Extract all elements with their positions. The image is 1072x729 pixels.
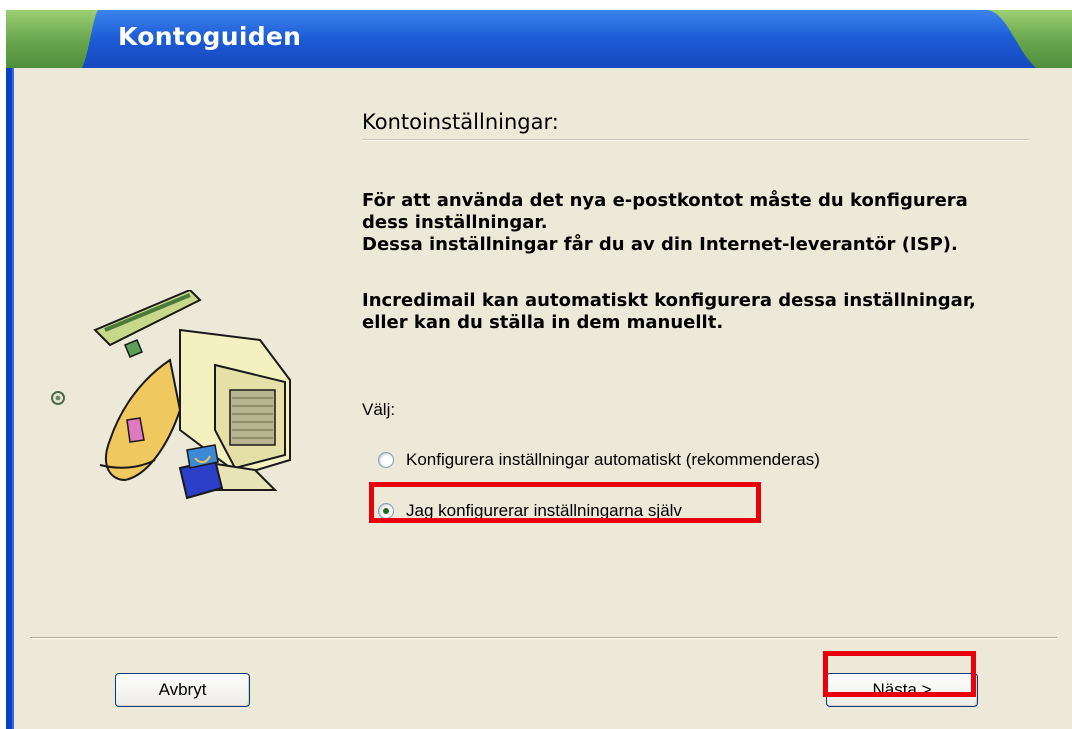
cancel-button[interactable]: Avbryt [115, 673, 250, 707]
highlight-next-button [823, 651, 976, 697]
description-line-5: eller kan du ställa in dem manuellt. [362, 312, 724, 333]
heading-divider [362, 139, 1029, 141]
window-title: Kontoguiden [118, 22, 302, 51]
description-line-4: Incredimail kan automatiskt konfigurera … [362, 290, 976, 311]
radio-label-automatic: Konfigurera inställningar automatiskt (r… [406, 450, 820, 469]
description-line-3: Dessa inställningar får du av din Intern… [362, 234, 958, 255]
computer-wizard-illustration-icon [40, 288, 300, 535]
title-bar: Kontoguiden [6, 10, 1072, 68]
choose-label: Välj: [362, 400, 396, 419]
radio-button-automatic[interactable] [378, 452, 394, 468]
page-heading: Kontoinställningar: [362, 110, 559, 134]
description-line-1: För att använda det nya e-postkontot mås… [362, 190, 968, 211]
radio-option-automatic[interactable]: Konfigurera inställningar automatiskt (r… [378, 450, 820, 470]
bottom-divider [30, 637, 1057, 639]
highlight-manual-option [369, 482, 761, 523]
description-line-2: dess inställningar. [362, 212, 548, 233]
